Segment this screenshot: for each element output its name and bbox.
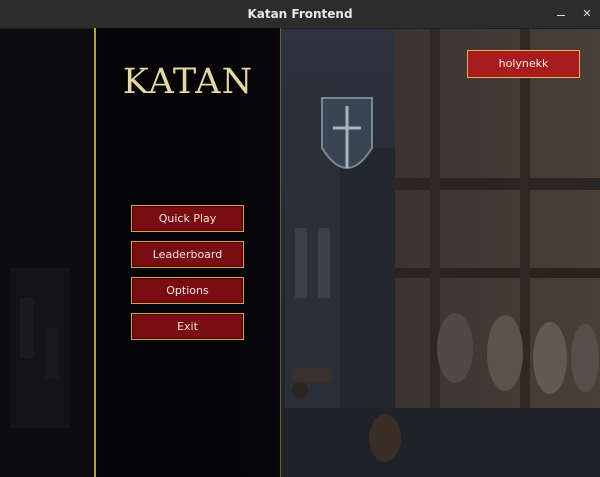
close-button[interactable]: ✕ <box>578 5 596 23</box>
leaderboard-button[interactable]: Leaderboard <box>131 241 244 268</box>
minimize-icon <box>557 14 565 16</box>
user-profile-button[interactable]: holynekk <box>467 50 580 78</box>
medieval-street-illustration <box>0 28 600 477</box>
close-icon: ✕ <box>582 7 592 20</box>
game-logo: KATAN <box>122 62 254 102</box>
title-bar: Katan Frontend ✕ <box>0 0 600 29</box>
window-title: Katan Frontend <box>247 7 353 21</box>
app-window: Katan Frontend ✕ KATAN Quick Play Leader… <box>0 0 600 477</box>
background-scene <box>0 28 600 477</box>
options-button[interactable]: Options <box>131 277 244 304</box>
minimize-button[interactable] <box>552 5 570 23</box>
quick-play-button[interactable]: Quick Play <box>131 205 244 232</box>
exit-button[interactable]: Exit <box>131 313 244 340</box>
